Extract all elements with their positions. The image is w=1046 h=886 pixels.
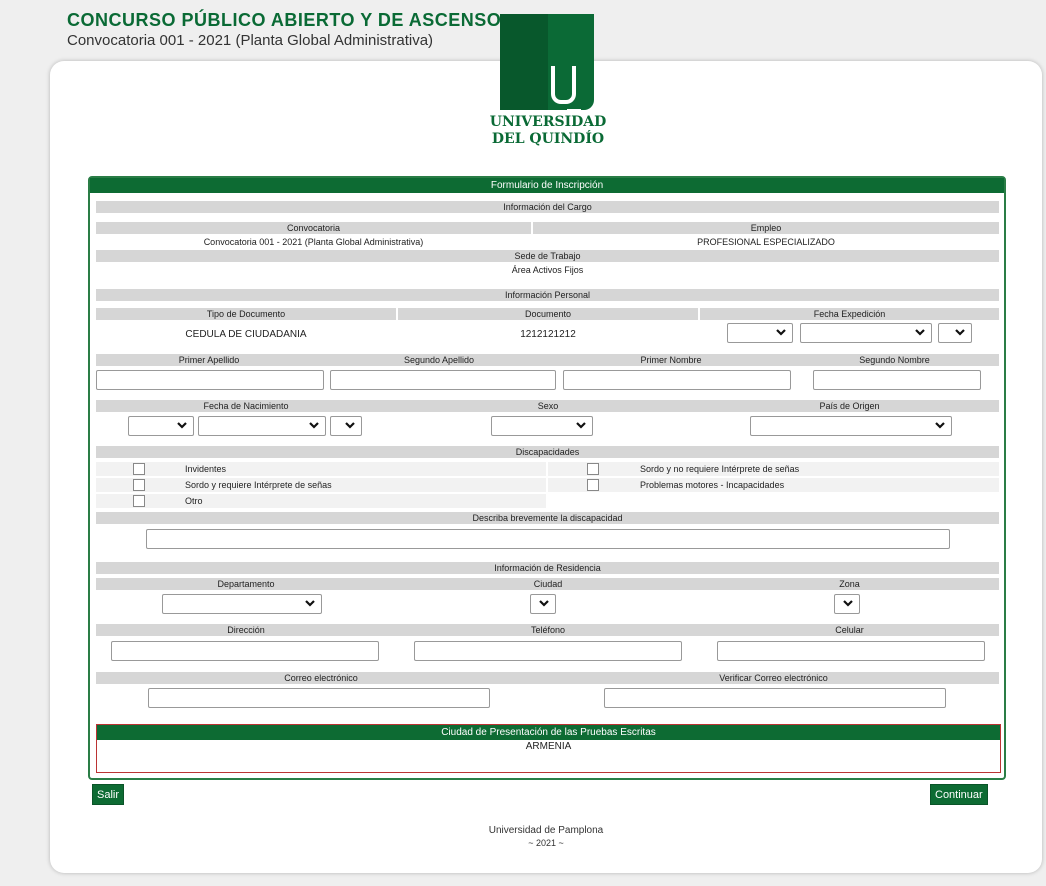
chevron-down-icon	[345, 422, 355, 429]
chevron-down-icon	[843, 600, 853, 607]
chevron-down-icon	[309, 422, 319, 429]
documento-label: Documento	[398, 308, 698, 320]
celular-input[interactable]	[717, 641, 985, 661]
ciudad-label: Ciudad	[533, 579, 563, 589]
verificar-correo-label: Verificar Correo electrónico	[719, 673, 828, 683]
chevron-down-icon	[935, 422, 945, 429]
checkbox-sordo-no-interprete[interactable]	[587, 463, 599, 475]
university-name: UNIVERSIDAD DEL QUINDÍO	[483, 114, 613, 148]
documento-value: 1212121212	[520, 329, 576, 340]
footer-line1: Universidad de Pamplona	[488, 825, 604, 836]
page-title: CONCURSO PÚBLICO ABIERTO Y DE ASCENSO	[67, 10, 502, 30]
tipo-doc-value: CEDULA DE CIUDADANIA	[185, 329, 307, 340]
direccion-label: Dirección	[227, 625, 265, 635]
chevron-down-icon	[915, 329, 925, 336]
checkbox-otro[interactable]	[133, 495, 145, 507]
sordo-interprete-label: Sordo y requiere Intérprete de señas	[185, 480, 332, 490]
chevron-down-icon	[177, 422, 187, 429]
fecha-exp-year-select[interactable]	[938, 323, 972, 343]
empleo-label: Empleo	[533, 222, 999, 234]
sordo-no-interprete-label: Sordo y no requiere Intérprete de señas	[640, 464, 800, 474]
checkbox-row-bg	[96, 494, 546, 508]
pais-origen-select[interactable]	[750, 416, 952, 436]
chevron-down-icon	[539, 600, 549, 607]
sexo-select[interactable]	[491, 416, 593, 436]
segundo-nombre-label: Segundo Nombre	[859, 355, 930, 365]
sede-value: Área Activos Fijos	[511, 265, 584, 275]
sexo-label: Sexo	[537, 401, 559, 411]
departamento-select[interactable]	[162, 594, 322, 614]
describa-label: Describa brevemente la discapacidad	[96, 512, 999, 524]
telefono-label: Teléfono	[530, 625, 566, 635]
tipo-doc-label: Tipo de Documento	[96, 308, 396, 320]
convocatoria-value: Convocatoria 001 - 2021 (Planta Global A…	[203, 237, 424, 247]
salir-button[interactable]: Salir	[92, 784, 125, 805]
invidentes-label: Invidentes	[185, 464, 227, 474]
fecha-nacimiento-label: Fecha de Nacimiento	[203, 401, 289, 411]
university-name-line2: DEL QUINDÍO	[491, 131, 605, 147]
page-subtitle: Convocatoria 001 - 2021 (Planta Global A…	[67, 32, 434, 49]
university-logo	[500, 14, 594, 113]
chevron-down-icon	[955, 329, 965, 336]
ciudad-pruebas-title: Ciudad de Presentación de las Pruebas Es…	[97, 725, 1000, 740]
checkbox-row-bg	[96, 462, 546, 476]
fecha-nac-day-select[interactable]	[128, 416, 194, 436]
checkbox-invidentes[interactable]	[133, 463, 145, 475]
telefono-input[interactable]	[414, 641, 682, 661]
convocatoria-label: Convocatoria	[96, 222, 531, 234]
otro-label: Otro	[185, 496, 203, 506]
direccion-input[interactable]	[111, 641, 379, 661]
main-card: UNIVERSIDAD DEL QUINDÍO Formulario de In…	[50, 61, 1042, 873]
section-residencia: Información de Residencia	[96, 562, 999, 574]
fecha-exp-day-select[interactable]	[727, 323, 793, 343]
problemas-motores-label: Problemas motores - Incapacidades	[640, 480, 785, 490]
segundo-apellido-label: Segundo Apellido	[403, 355, 475, 365]
correo-label: Correo electrónico	[284, 673, 358, 683]
celular-label: Celular	[835, 625, 864, 635]
university-name-line1: UNIVERSIDAD	[489, 114, 607, 130]
ciudad-pruebas-value: ARMENIA	[525, 741, 572, 752]
form-title: Formulario de Inscripción	[90, 178, 1004, 193]
verificar-correo-input[interactable]	[604, 688, 946, 708]
chevron-down-icon	[576, 422, 586, 429]
checkbox-problemas-motores[interactable]	[587, 479, 599, 491]
ciudad-select[interactable]	[530, 594, 556, 614]
departamento-label: Departamento	[217, 579, 275, 589]
footer-line2: ~ 2021 ~	[528, 838, 564, 848]
sede-label: Sede de Trabajo	[96, 250, 999, 262]
fecha-nac-year-select[interactable]	[330, 416, 362, 436]
section-discapacidades: Discapacidades	[96, 446, 999, 458]
fecha-nac-month-select[interactable]	[198, 416, 326, 436]
pais-origen-label: País de Origen	[819, 401, 880, 411]
chevron-down-icon	[305, 600, 315, 607]
section-cargo: Información del Cargo	[96, 201, 999, 213]
ciudad-pruebas-box: Ciudad de Presentación de las Pruebas Es…	[96, 724, 1001, 773]
primer-nombre-label: Primer Nombre	[640, 355, 702, 365]
section-personal: Información Personal	[96, 289, 999, 301]
zona-label: Zona	[839, 579, 860, 589]
discapacidad-description-input[interactable]	[146, 529, 950, 549]
correo-input[interactable]	[148, 688, 490, 708]
fecha-expedicion-label: Fecha Expedición	[700, 308, 999, 320]
segundo-nombre-input[interactable]	[813, 370, 981, 390]
primer-nombre-input[interactable]	[563, 370, 791, 390]
continuar-button[interactable]: Continuar	[930, 784, 988, 805]
empleo-value: PROFESIONAL ESPECIALIZADO	[697, 237, 835, 247]
primer-apellido-input[interactable]	[96, 370, 324, 390]
chevron-down-icon	[776, 329, 786, 336]
segundo-apellido-input[interactable]	[330, 370, 556, 390]
checkbox-sordo-interprete[interactable]	[133, 479, 145, 491]
inscription-form: Formulario de Inscripción Información de…	[88, 176, 1006, 780]
zona-select[interactable]	[834, 594, 860, 614]
primer-apellido-label: Primer Apellido	[178, 355, 240, 365]
fecha-exp-month-select[interactable]	[800, 323, 932, 343]
